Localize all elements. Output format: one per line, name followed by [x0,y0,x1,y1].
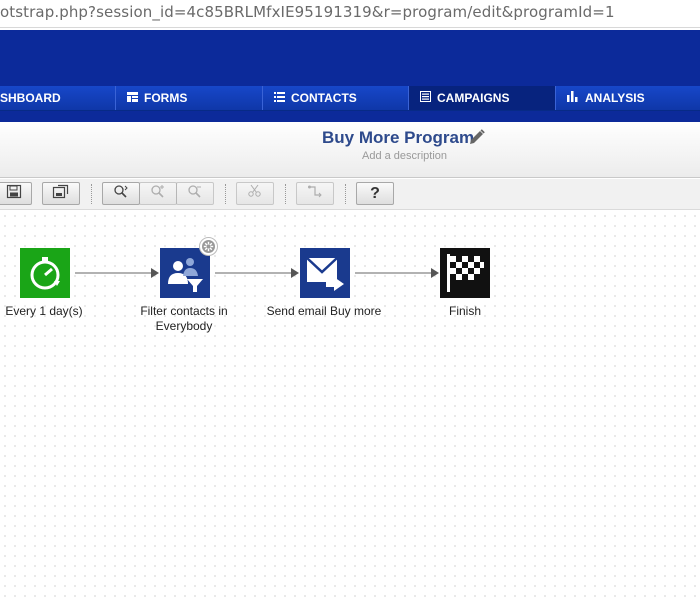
nav-item-forms[interactable]: FORMS [116,86,263,110]
send-email-icon [300,257,350,302]
flow-node-label-line: Filter contacts in [140,304,228,318]
save-icon [6,184,22,204]
save-as-button[interactable] [42,182,80,205]
flow-node-timer[interactable] [20,248,70,298]
connector-button[interactable] [296,182,334,205]
program-canvas[interactable]: Every 1 day(s) Filter contacts in Everyb… [0,211,700,600]
nav-item-label: CAMPAIGNS [437,91,510,105]
description-placeholder[interactable]: Add a description [362,150,447,162]
nav-item-label: ANALYSIS [585,91,645,105]
nav-item-contacts[interactable]: CONTACTS [263,86,409,110]
bar-chart-icon [567,91,579,105]
toolbar-separator [225,184,226,204]
document-icon [420,91,431,105]
nav-item-campaigns[interactable]: CAMPAIGNS [409,86,556,110]
list-icon [274,91,285,105]
toolbar-separator [345,184,346,204]
timer-icon [20,257,70,302]
cut-button[interactable] [236,182,274,205]
help-button[interactable]: ? [356,182,394,205]
flow-node-label: Finish [420,304,510,319]
header-strip [0,111,700,122]
flow-node-label: Filter contacts in Everybody [130,304,238,334]
forms-icon [127,91,138,105]
finish-flag-icon [440,254,490,302]
nav-item-dashboard[interactable]: SHBOARD [0,86,116,110]
zoom-fit-icon [113,184,129,203]
flow-node-label-line: Every 1 day(s) [5,304,83,318]
flow-connector-arrow [355,268,439,278]
save-button[interactable] [0,182,32,205]
flow-node-finish[interactable] [440,248,490,298]
zoom-out-button[interactable] [176,182,214,205]
zoom-in-icon [150,184,166,203]
browser-url-bar[interactable]: otstrap.php?session_id=4c85BRLMfxIE95191… [0,0,700,28]
flow-node-label-line: Everybody [155,319,213,333]
url-text[interactable]: otstrap.php?session_id=4c85BRLMfxIE95191… [0,3,615,21]
editor-toolbar: ? [0,179,700,210]
header-banner [0,30,700,86]
flow-node-label-line: Send email Buy more [266,304,382,318]
flow-node-label-line: Finish [448,304,481,318]
gear-icon [200,240,217,259]
flow-connector-arrow [75,268,159,278]
flow-node-send-email[interactable] [300,248,350,298]
flow-connector-arrow [215,268,299,278]
settings-badge[interactable] [199,237,218,256]
zoom-fit-button[interactable] [102,182,140,205]
pencil-icon[interactable] [468,128,486,146]
toolbar-separator [91,184,92,204]
toolbar-separator [285,184,286,204]
save-as-icon [52,184,70,204]
main-nav: SHBOARD FORMS CONTACTS CAMPAIGNS ANALYSI… [0,86,700,111]
nav-item-analysis[interactable]: ANALYSIS [556,86,700,110]
flow-node-label: Send email Buy more [263,304,385,319]
cut-icon [247,184,263,203]
zoom-in-button[interactable] [139,182,177,205]
nav-item-label: FORMS [144,91,188,105]
help-icon: ? [370,184,380,202]
flow-node-label: Every 1 day(s) [0,304,88,319]
connector-icon [307,184,323,203]
filter-contacts-icon [160,258,210,302]
zoom-out-icon [187,184,203,203]
page-title[interactable]: Buy More Program [322,128,474,148]
nav-item-label: SHBOARD [0,91,61,105]
nav-item-label: CONTACTS [291,91,357,105]
